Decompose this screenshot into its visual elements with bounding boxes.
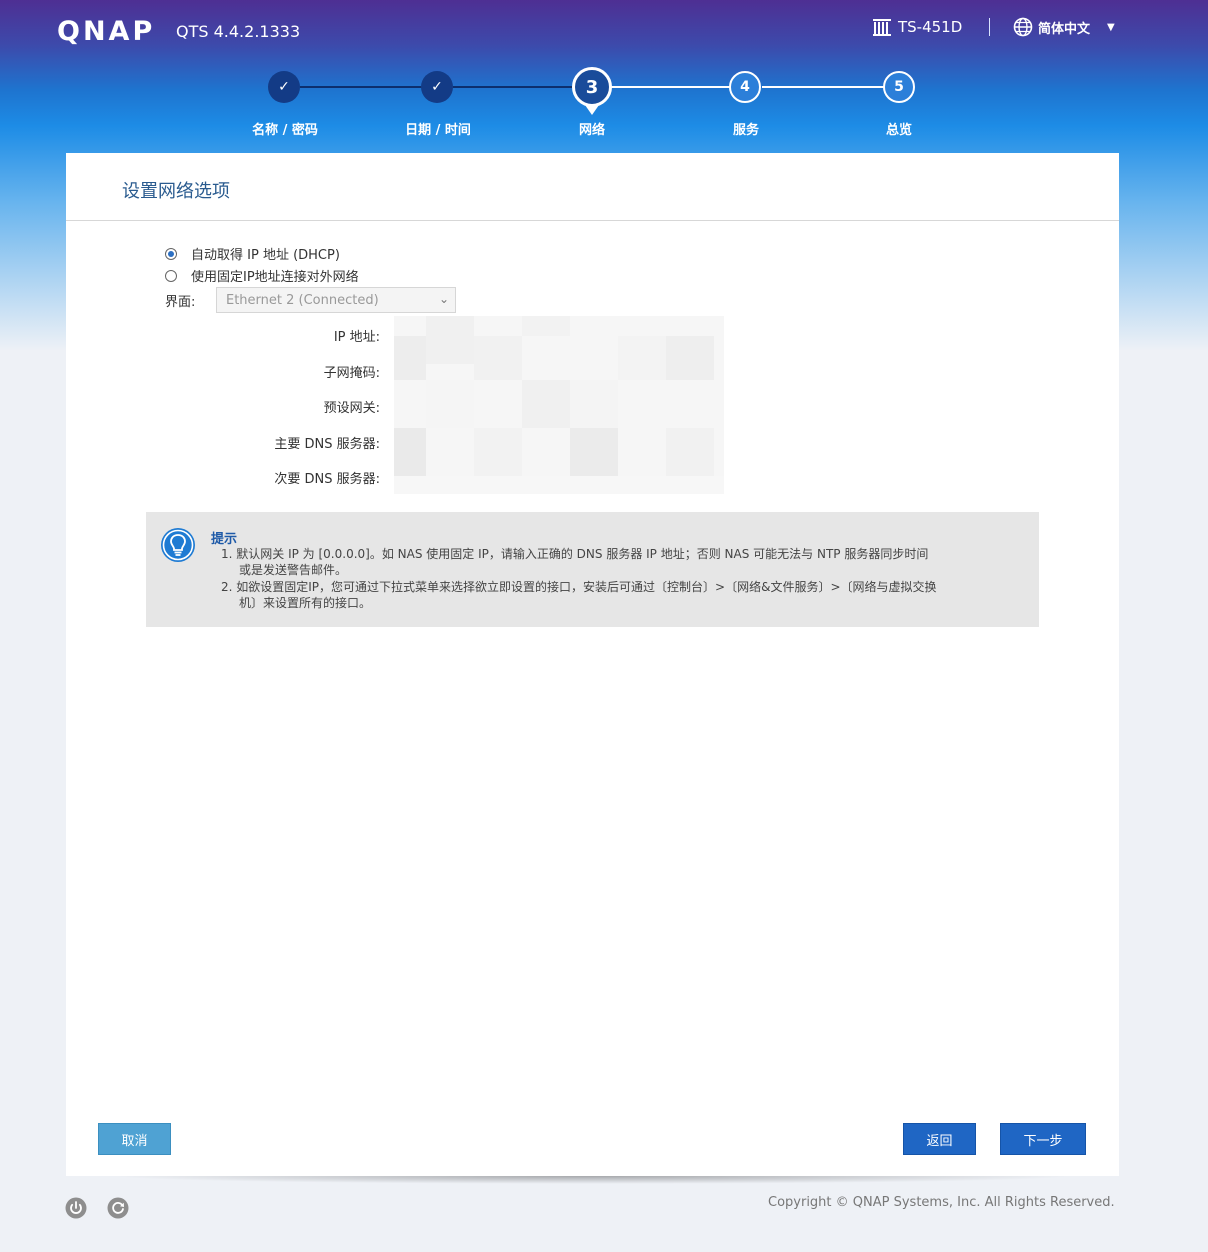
interface-value: Ethernet 2 (Connected) [226,292,379,308]
step-5-circle: 5 [883,71,915,103]
cancel-button[interactable]: 取消 [98,1123,171,1155]
tip-line-1: 1. 默认网关 IP 为 [0.0.0.0]。如 NAS 使用固定 IP，请输入… [221,547,929,561]
current-step-pointer [585,105,599,115]
device-model: TS-451D [898,18,963,36]
interface-select[interactable]: Ethernet 2 (Connected) ⌄ [216,287,456,313]
step-4-label: 服务 [732,123,759,138]
copyright-text: Copyright © QNAP Systems, Inc. All Right… [768,1195,1115,1210]
wizard-stepper: ✓ ✓ 3 4 5 名称 / 密码 日期 / 时间 网络 服务 总览 [0,67,1208,150]
page-title: 设置网络选项 [122,181,230,202]
restart-icon[interactable] [107,1197,129,1219]
language-label: 简体中文 [1038,21,1091,37]
caret-down-icon: ▼ [1107,21,1115,33]
header-separator [989,18,990,36]
secondary-dns-label: 次要 DNS 服务器: [274,472,380,487]
default-gateway-label: 预设网关: [323,401,380,416]
dhcp-option[interactable]: 自动取得 IP 地址 (DHCP) [165,244,340,263]
tip-line-2-cont: 机〕来设置所有的接口。 [239,596,372,610]
globe-icon [1013,17,1033,37]
step-connector [762,86,884,88]
step-connector [610,86,730,88]
language-selector[interactable]: 简体中文 ▼ [1013,17,1115,37]
step-2-circle: ✓ [421,71,453,103]
ip-address-label: IP 地址: [333,330,380,345]
redacted-fields-area [394,316,724,494]
chevron-down-icon: ⌄ [438,292,449,306]
tip-line-1-cont: 或是发送警告邮件。 [239,563,348,577]
step-3-circle: 3 [572,67,612,107]
title-divider [66,220,1119,221]
interface-label: 界面: [165,295,196,310]
step-5-label: 总览 [885,123,912,138]
step-3-label: 网络 [578,123,605,138]
lightbulb-icon [161,528,195,562]
dhcp-radio[interactable] [165,247,177,260]
device-name: TS-451D [872,18,962,36]
static-ip-radio[interactable] [165,269,177,282]
back-button[interactable]: 返回 [903,1123,976,1155]
tip-line-2: 2. 如欲设置固定IP，您可通过下拉式菜单来选择欲立即设置的接口，安装后可通过〔… [221,580,937,594]
step-connector [453,86,575,88]
static-ip-option[interactable]: 使用固定IP地址连接对外网络 [165,266,359,285]
firmware-version: QTS 4.4.2.1333 [176,22,301,41]
power-icon[interactable] [65,1197,87,1219]
tip-title: 提示 [211,532,238,547]
step-1-label: 名称 / 密码 [252,123,318,138]
panel-shadow [110,1176,1075,1184]
nas-device-icon [873,19,891,36]
step-4-circle: 4 [729,71,761,103]
dhcp-label: 自动取得 IP 地址 (DHCP) [191,248,340,263]
next-button[interactable]: 下一步 [1000,1123,1086,1155]
subnet-mask-label: 子网掩码: [323,366,380,381]
step-2-label: 日期 / 时间 [405,123,471,138]
step-1-circle: ✓ [268,71,300,103]
step-connector [300,86,422,88]
static-ip-label: 使用固定IP地址连接对外网络 [191,270,359,285]
tip-box: 提示 1. 默认网关 IP 为 [0.0.0.0]。如 NAS 使用固定 IP，… [146,512,1039,627]
wizard-panel: 设置网络选项 自动取得 IP 地址 (DHCP) 使用固定IP地址连接对外网络 … [66,153,1119,1176]
qnap-logo: QNAP [57,16,156,47]
primary-dns-label: 主要 DNS 服务器: [274,437,380,452]
